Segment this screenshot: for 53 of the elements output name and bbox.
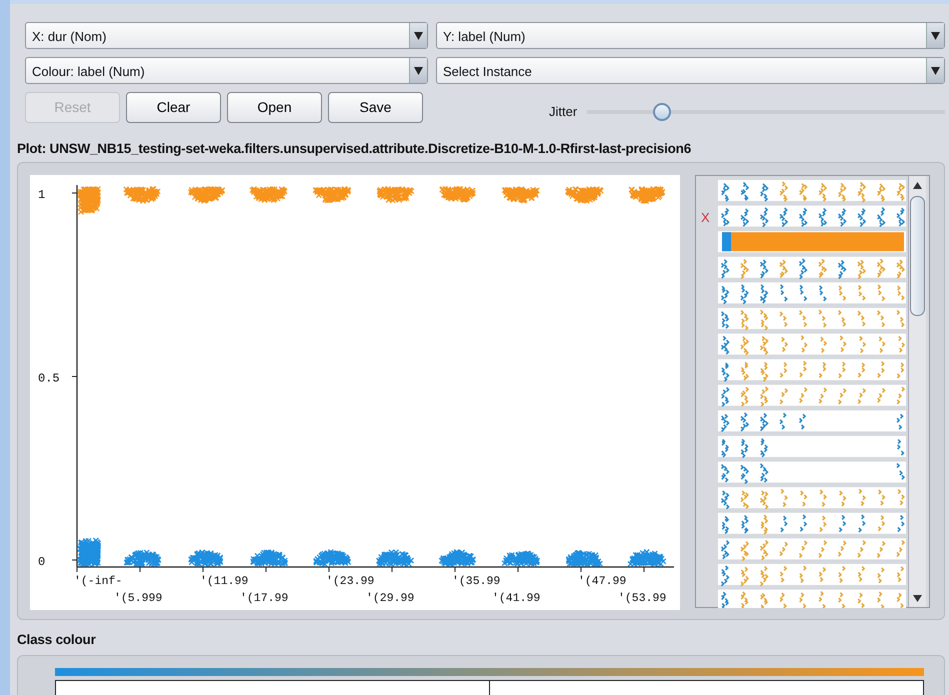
y-tick-label: 0 bbox=[38, 555, 46, 570]
x-tick-label: '(35.99 bbox=[452, 575, 500, 588]
point-cluster bbox=[123, 186, 161, 204]
point-cluster bbox=[124, 550, 162, 568]
toolbar-button[interactable]: Clear bbox=[126, 92, 221, 123]
x-tick-label: '(23.99 bbox=[326, 575, 374, 588]
plot-title: Plot: UNSW_NB15_testing-set-weka.filters.unsupervised.attribute.Discretize-B10-M-1.0-Rfirst-last-precision6 bbox=[17, 140, 692, 158]
point-cluster bbox=[376, 186, 414, 204]
instance-dropdown[interactable]: Select Instance bbox=[436, 57, 945, 84]
selection-marker: X bbox=[701, 211, 710, 224]
point-cluster bbox=[188, 550, 224, 568]
slider-thumb[interactable] bbox=[653, 102, 672, 120]
x-tick-label: '(53.99 bbox=[618, 592, 666, 606]
x-tick-label: '(41.99 bbox=[492, 592, 540, 606]
y-tick-label: 1 bbox=[38, 188, 46, 202]
scroll-down-icon bbox=[913, 594, 922, 602]
point-cluster bbox=[312, 186, 352, 204]
x-axis-dropdown[interactable]: X: dur (Nom) bbox=[25, 22, 428, 49]
x-tick-label: '(47.99 bbox=[578, 575, 626, 588]
point-cluster bbox=[439, 186, 476, 203]
scrollbar-thumb[interactable] bbox=[910, 196, 925, 316]
toolbar-button[interactable]: Save bbox=[328, 92, 423, 123]
caret-icon bbox=[414, 66, 423, 74]
point-cluster bbox=[250, 550, 288, 568]
y-axis-dropdown[interactable]: Y: label (Num) bbox=[436, 22, 945, 49]
point-cluster bbox=[438, 549, 476, 568]
scrollbar[interactable] bbox=[908, 176, 926, 608]
point-cluster bbox=[249, 186, 288, 204]
point-cluster bbox=[566, 550, 604, 568]
x-tick-label: '(29.99 bbox=[366, 592, 414, 606]
point-cluster bbox=[564, 186, 604, 204]
jitter-label: Jitter bbox=[549, 102, 578, 121]
point-cluster bbox=[627, 549, 666, 568]
point-cluster bbox=[501, 550, 540, 567]
point-cluster bbox=[376, 549, 414, 568]
x-tick-label: '(11.99 bbox=[200, 575, 248, 588]
y-tick-label: 0.5 bbox=[38, 372, 60, 386]
point-cluster bbox=[76, 538, 102, 568]
point-cluster bbox=[502, 186, 540, 204]
point-cluster bbox=[77, 186, 102, 216]
scroll-up-icon bbox=[913, 182, 922, 189]
x-tick-label: '(5.999 bbox=[114, 592, 162, 606]
point-cluster bbox=[313, 549, 352, 568]
point-cluster bbox=[628, 186, 666, 204]
point-cluster bbox=[188, 186, 226, 204]
class-colour-title: Class colour bbox=[17, 631, 97, 650]
toolbar-button[interactable]: Open bbox=[227, 92, 322, 123]
caret-icon bbox=[414, 32, 423, 40]
caret-icon bbox=[931, 66, 940, 74]
colour-dropdown[interactable]: Colour: label (Num) bbox=[25, 57, 428, 84]
caret-icon bbox=[931, 32, 940, 40]
x-tick-label: '(17.99 bbox=[240, 592, 288, 606]
x-tick-label: '(-inf- bbox=[74, 575, 122, 588]
